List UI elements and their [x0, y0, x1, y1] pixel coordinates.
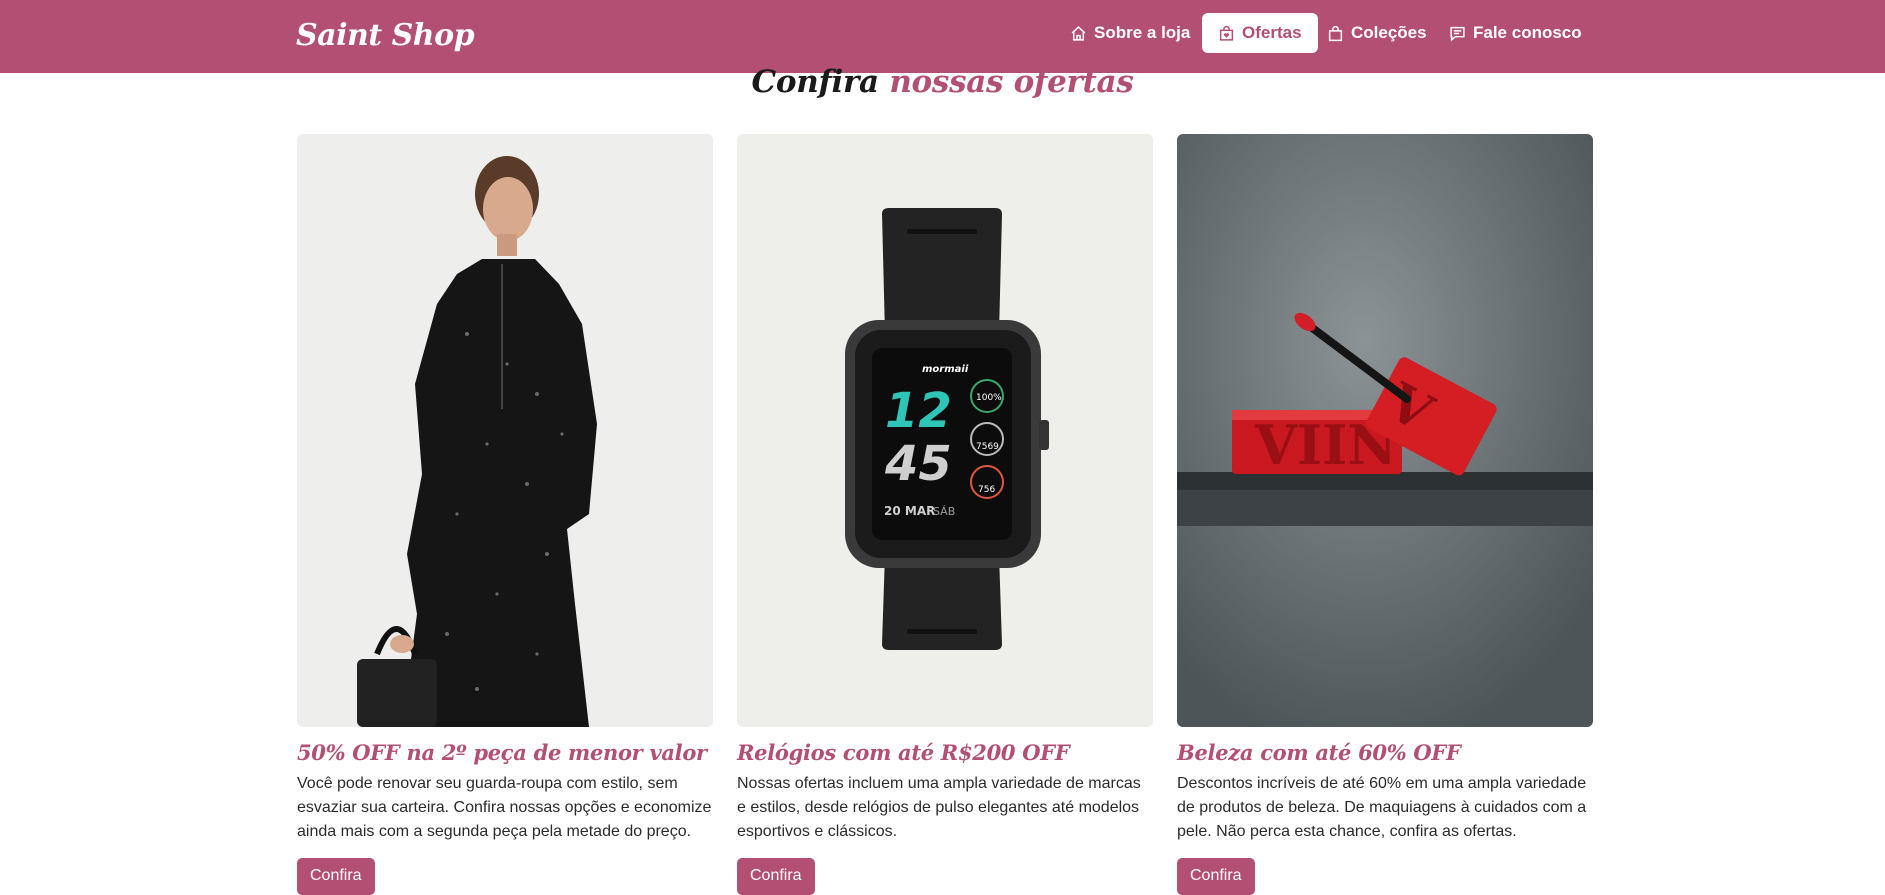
watch-minute: 45 [884, 436, 952, 492]
watch-steps: 7569 [976, 442, 999, 452]
bag-icon [1328, 25, 1343, 41]
fashion-image [297, 134, 713, 727]
nav-item-ofertas[interactable]: Ofertas [1202, 13, 1318, 53]
beauty-image: VIIN V [1177, 134, 1593, 727]
card-text: Você pode renovar seu guarda-roupa com e… [297, 775, 712, 840]
navbar: Saint Shop Sobre a loja Ofertas Coleções [0, 0, 1885, 73]
watch-day: SÁB [933, 505, 955, 518]
section-title: Confira nossas ofertas [0, 64, 1885, 100]
nav-item-sobre-a-loja[interactable]: Sobre a loja [1070, 13, 1190, 53]
shopping-bag-icon [1219, 25, 1234, 41]
watch-calories: 756 [978, 485, 995, 495]
nav-label: Ofertas [1242, 23, 1302, 42]
nav-item-fale-conosco[interactable]: Fale conosco [1449, 13, 1582, 53]
offer-card-fashion: 50% OFF na 2º peça de menor valor Você p… [297, 134, 713, 895]
card-title: Relógios com até R$200 OFF [737, 740, 1070, 765]
watch-brand: mormaii [922, 364, 969, 375]
card-text: Descontos incríveis de até 60% em uma am… [1177, 775, 1587, 840]
confira-button[interactable]: Confira [1177, 858, 1255, 895]
nav-label: Coleções [1351, 23, 1427, 42]
nav-item-colecoes[interactable]: Coleções [1327, 13, 1427, 53]
section-title-accent: nossas ofertas [889, 64, 1134, 100]
watch-image: mormaii 12 45 20 MAR SÁB 100% 7569 756 [737, 134, 1153, 727]
offer-card-beauty: VIIN V Beleza com até 60% OFF Descontos … [1177, 134, 1593, 895]
main-nav: Sobre a loja Ofertas Coleções Fale conos… [0, 13, 1885, 53]
nav-label: Fale conosco [1473, 23, 1582, 42]
watch-hour: 12 [885, 383, 952, 439]
confira-button[interactable]: Confira [297, 858, 375, 895]
offer-card-watches: mormaii 12 45 20 MAR SÁB 100% 7569 756 R… [737, 134, 1153, 895]
card-title: Beleza com até 60% OFF [1177, 740, 1461, 765]
section-title-plain: Confira [751, 64, 879, 100]
card-title: 50% OFF na 2º peça de menor valor [297, 740, 707, 765]
home-icon [1071, 25, 1086, 41]
confira-button[interactable]: Confira [737, 858, 815, 895]
chat-icon [1450, 26, 1465, 41]
watch-date: 20 MAR [884, 504, 935, 518]
nav-label: Sobre a loja [1094, 23, 1191, 42]
watch-battery: 100% [976, 393, 1002, 403]
card-text: Nossas ofertas incluem uma ampla varieda… [737, 775, 1141, 840]
